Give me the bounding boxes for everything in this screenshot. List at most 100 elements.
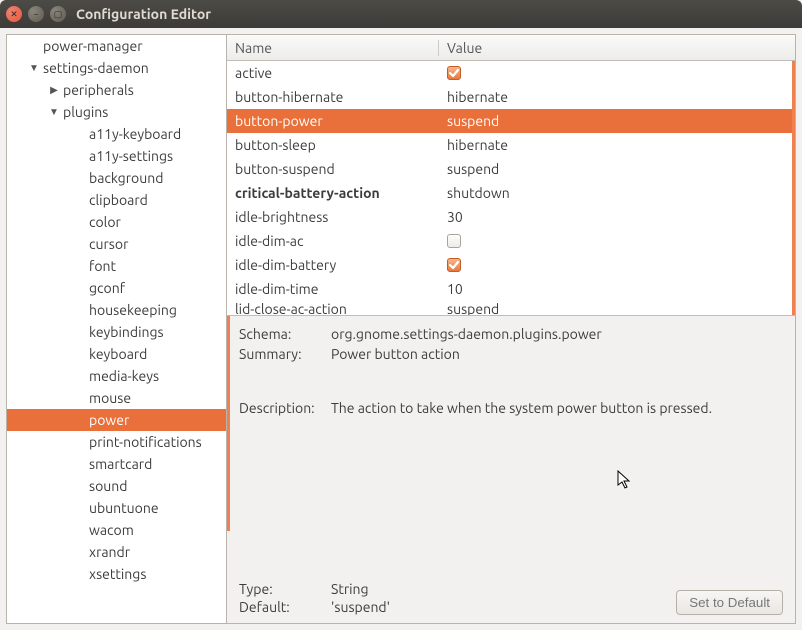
key-row-button-power[interactable]: button-power suspend	[227, 109, 795, 133]
tree-item-label: print-notifications	[89, 434, 202, 450]
key-row-active[interactable]: active	[227, 61, 795, 85]
titlebar[interactable]: ✕ − ▢ Configuration Editor	[0, 0, 802, 28]
info-bottom: Type: String Default: 'suspend' Set to D…	[239, 581, 783, 615]
tree-item-media-keys[interactable]: media-keys	[7, 365, 226, 387]
checkbox[interactable]	[447, 234, 461, 248]
tree-item-plugins[interactable]: ▼plugins	[7, 101, 226, 123]
tree-item-peripherals[interactable]: ▶peripherals	[7, 79, 226, 101]
tree-item-a11y-settings[interactable]: a11y-settings	[7, 145, 226, 167]
key-value[interactable]: shutdown	[439, 185, 795, 201]
tree-item-keyboard[interactable]: keyboard	[7, 343, 226, 365]
key-value[interactable]: 30	[439, 209, 795, 225]
key-value-text: hibernate	[447, 137, 508, 153]
key-name: active	[227, 65, 439, 81]
key-value[interactable]: suspend	[439, 161, 795, 177]
chevron-down-icon[interactable]: ▼	[27, 62, 41, 74]
type-label: Type:	[239, 581, 331, 597]
key-name: button-suspend	[227, 161, 439, 177]
tree-item-label: sound	[89, 478, 127, 494]
key-row-button-suspend[interactable]: button-suspend suspend	[227, 157, 795, 181]
tree-item-wacom[interactable]: wacom	[7, 519, 226, 541]
key-value[interactable]	[439, 66, 795, 80]
tree-item-power[interactable]: power	[7, 409, 226, 431]
minimize-icon: −	[33, 10, 38, 19]
key-row-button-hibernate[interactable]: button-hibernatehibernate	[227, 85, 795, 109]
checkbox[interactable]	[447, 258, 461, 272]
window: ✕ − ▢ Configuration Editor power-manager…	[0, 0, 802, 630]
key-value[interactable]	[439, 258, 795, 272]
tree-item-keybindings[interactable]: keybindings	[7, 321, 226, 343]
tree-item-smartcard[interactable]: smartcard	[7, 453, 226, 475]
tree-item-housekeeping[interactable]: housekeeping	[7, 299, 226, 321]
tree-item-font[interactable]: font	[7, 255, 226, 277]
tree-item-settings-daemon[interactable]: ▼settings-daemon	[7, 57, 226, 79]
tree-item-color[interactable]: color	[7, 211, 226, 233]
checkbox[interactable]	[447, 66, 461, 80]
tree-item-label: color	[89, 214, 121, 230]
chevron-down-icon[interactable]: ▼	[47, 106, 61, 118]
key-row-idle-dim-ac[interactable]: idle-dim-ac	[227, 229, 795, 253]
close-icon: ✕	[10, 10, 18, 19]
close-button[interactable]: ✕	[6, 6, 22, 22]
schema-tree[interactable]: power-manager▼settings-daemon▶peripheral…	[6, 34, 226, 624]
tree-item-gconf[interactable]: gconf	[7, 277, 226, 299]
summary-label: Summary:	[239, 346, 331, 362]
key-value[interactable]: suspend	[439, 301, 795, 315]
default-value: 'suspend'	[331, 599, 390, 615]
tree-item-label: power	[89, 412, 129, 428]
maximize-button[interactable]: ▢	[50, 6, 66, 22]
tree-item-xsettings[interactable]: xsettings	[7, 563, 226, 585]
key-list-panel: Name Value active button-hibernatehiberna…	[227, 35, 795, 315]
key-name: idle-dim-ac	[227, 233, 439, 249]
key-row-idle-brightness[interactable]: idle-brightness30	[227, 205, 795, 229]
key-row-critical-battery-action[interactable]: critical-battery-actionshutdown	[227, 181, 795, 205]
tree-item-label: keybindings	[89, 324, 164, 340]
column-header-name[interactable]: Name	[227, 40, 439, 56]
tree-item-label: settings-daemon	[43, 60, 149, 76]
key-list-header[interactable]: Name Value	[227, 35, 795, 61]
chevron-right-icon[interactable]: ▶	[47, 84, 61, 96]
key-name: button-power	[227, 113, 439, 129]
tree-item-a11y-keyboard[interactable]: a11y-keyboard	[7, 123, 226, 145]
key-row-idle-dim-time[interactable]: idle-dim-time10	[227, 277, 795, 301]
tree-item-ubuntuone[interactable]: ubuntuone	[7, 497, 226, 519]
key-value[interactable]: 10	[439, 281, 795, 297]
column-header-value[interactable]: Value	[439, 40, 795, 56]
key-value[interactable]: suspend	[439, 113, 795, 129]
default-label: Default:	[239, 599, 331, 615]
key-value[interactable]: hibernate	[439, 137, 795, 153]
tree-item-mouse[interactable]: mouse	[7, 387, 226, 409]
set-to-default-button[interactable]: Set to Default	[676, 590, 783, 615]
description-label: Description:	[239, 400, 331, 416]
key-row-idle-dim-battery[interactable]: idle-dim-battery	[227, 253, 795, 277]
content: power-manager▼settings-daemon▶peripheral…	[0, 28, 802, 630]
tree-item-print-notifications[interactable]: print-notifications	[7, 431, 226, 453]
key-value-text: suspend	[447, 113, 499, 129]
key-value-text: suspend	[447, 161, 499, 177]
tree-item-label: ubuntuone	[89, 500, 159, 516]
key-row-lid-close-ac-action[interactable]: lid-close-ac-actionsuspend	[227, 301, 795, 315]
tree-item-power-manager[interactable]: power-manager	[7, 35, 226, 57]
mouse-cursor-icon	[617, 470, 633, 493]
tree-item-label: peripherals	[63, 82, 134, 98]
tree-item-cursor[interactable]: cursor	[7, 233, 226, 255]
key-value[interactable]	[439, 234, 795, 248]
selection-indicator-left	[227, 316, 230, 531]
tree-item-xrandr[interactable]: xrandr	[7, 541, 226, 563]
key-list[interactable]: activebutton-hibernatehibernatebutton-po…	[227, 61, 795, 315]
tree-item-background[interactable]: background	[7, 167, 226, 189]
tree-item-sound[interactable]: sound	[7, 475, 226, 497]
summary-value: Power button action	[331, 346, 783, 362]
key-row-button-sleep[interactable]: button-sleep hibernate	[227, 133, 795, 157]
tree-item-label: plugins	[63, 104, 108, 120]
tree-item-label: mouse	[89, 390, 131, 406]
tree-item-label: gconf	[89, 280, 125, 296]
minimize-button[interactable]: −	[28, 6, 44, 22]
right-panel: Name Value active button-hibernatehiberna…	[226, 34, 796, 624]
tree-item-clipboard[interactable]: clipboard	[7, 189, 226, 211]
tree-item-label: power-manager	[43, 38, 143, 54]
key-name: critical-battery-action	[227, 185, 439, 201]
key-value[interactable]: hibernate	[439, 89, 795, 105]
key-name: button-sleep	[227, 137, 439, 153]
key-name: lid-close-ac-action	[227, 301, 439, 315]
